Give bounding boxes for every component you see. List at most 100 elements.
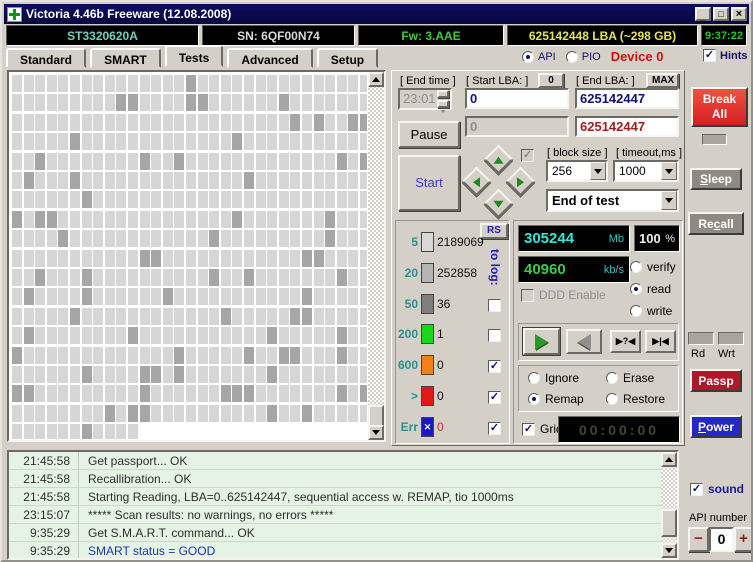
grid-scrollbar[interactable] <box>368 72 384 440</box>
scan-block <box>278 152 289 170</box>
scan-block <box>12 172 22 189</box>
counter-log-checkbox[interactable]: ✓ <box>488 422 501 435</box>
chevron-down-icon[interactable] <box>661 162 677 180</box>
scan-block <box>116 424 127 439</box>
scan-block <box>209 307 220 325</box>
seek-down-button[interactable] <box>483 188 514 219</box>
recall-button[interactable]: Recall <box>688 212 744 235</box>
scan-block <box>116 133 127 151</box>
position-lcd: 305244 Mb <box>518 225 630 252</box>
scan-block <box>58 113 69 131</box>
grid-scroll-thumb[interactable] <box>368 405 384 427</box>
break-all-button[interactable]: Break All <box>691 87 748 127</box>
remap-radio[interactable] <box>528 393 540 405</box>
ignore-radio[interactable] <box>528 372 540 384</box>
device-label: Device 0 <box>610 49 664 64</box>
counter-log-checkbox[interactable] <box>488 329 501 342</box>
passport-button[interactable]: Passp <box>690 369 742 392</box>
play-button[interactable] <box>522 327 561 356</box>
scan-block <box>128 230 138 248</box>
scan-block <box>162 288 173 306</box>
log-scroll-down-icon[interactable] <box>661 543 677 558</box>
minimize-button[interactable]: _ <box>695 7 711 22</box>
api-minus-button[interactable]: − <box>688 527 709 552</box>
chevron-down-icon[interactable] <box>661 191 677 210</box>
scan-block <box>46 404 57 422</box>
sound-checkbox[interactable]: ✓ <box>690 482 703 496</box>
end-time-up-icon[interactable] <box>437 90 449 103</box>
counter-label: > <box>410 389 418 403</box>
tab-setup[interactable]: Setup <box>316 48 379 68</box>
pio-radio[interactable] <box>565 50 578 63</box>
go-to-end-button[interactable]: ▶|◀ <box>645 330 676 353</box>
read-label: read <box>647 282 672 296</box>
scan-block <box>348 133 359 151</box>
seek-up-button[interactable] <box>483 144 514 175</box>
scan-block <box>23 269 34 286</box>
block-size-select[interactable]: 256 <box>546 160 608 182</box>
reset-stats-button[interactable]: RS <box>480 223 508 239</box>
scan-block <box>348 385 359 403</box>
end-lba-input[interactable] <box>575 88 679 109</box>
tab-tests[interactable]: Tests <box>164 45 224 67</box>
maximize-button[interactable]: □ <box>713 7 729 21</box>
timeout-select[interactable]: 1000 <box>613 160 679 182</box>
step-back-button[interactable] <box>566 329 602 354</box>
log-scroll-up-icon[interactable] <box>661 452 677 467</box>
tab-smart[interactable]: SMART <box>90 48 161 68</box>
api-radio[interactable] <box>522 50 534 63</box>
grid-scroll-up-icon[interactable] <box>368 72 384 87</box>
resume-lba-input[interactable] <box>575 116 679 137</box>
tab-standard[interactable]: Standard <box>6 48 87 68</box>
scan-block <box>220 230 231 248</box>
scan-block <box>46 269 57 286</box>
start-lba-zero-button[interactable]: 0 <box>538 73 564 88</box>
close-button[interactable]: × <box>731 7 747 21</box>
tab-advanced[interactable]: Advanced <box>227 48 313 68</box>
scan-block <box>104 113 115 131</box>
scan-block <box>70 385 80 403</box>
chevron-down-icon[interactable] <box>590 162 606 180</box>
scan-block <box>336 191 347 209</box>
read-radio[interactable] <box>630 283 642 295</box>
api-number-value: 0 <box>709 527 734 552</box>
scan-block <box>244 366 254 383</box>
power-button[interactable]: Power <box>690 415 742 438</box>
end-time-down-icon[interactable] <box>437 100 449 113</box>
pause-button[interactable]: Pause <box>398 121 460 148</box>
stats-panel: 305244 Mb 100% 40960 kb/s verify read writ… <box>513 220 683 444</box>
verify-radio[interactable] <box>630 261 642 273</box>
end-lba-max-button[interactable]: MAX <box>646 73 679 88</box>
scan-block <box>151 385 162 403</box>
end-action-select[interactable]: End of test <box>546 189 679 212</box>
counter-log-checkbox[interactable]: ✓ <box>488 391 501 404</box>
sleep-button[interactable]: Sleep <box>690 168 742 190</box>
counter-log-checkbox[interactable] <box>488 299 501 312</box>
scan-block <box>255 385 266 403</box>
start-button[interactable]: Start <box>398 155 460 211</box>
scan-block <box>58 210 69 228</box>
scan-block <box>162 249 173 267</box>
scan-block <box>313 404 324 422</box>
restore-radio[interactable] <box>606 393 618 405</box>
start-lba-input[interactable] <box>465 88 569 109</box>
scan-block <box>290 152 301 170</box>
api-plus-button[interactable]: + <box>734 527 751 552</box>
scan-block <box>186 210 196 228</box>
log-scrollbar[interactable] <box>661 452 677 558</box>
scan-block <box>70 404 80 422</box>
grid-scroll-down-icon[interactable] <box>368 425 384 440</box>
write-radio[interactable] <box>630 305 642 317</box>
erase-radio[interactable] <box>606 372 618 384</box>
scan-block <box>81 269 92 286</box>
hints-checkbox[interactable]: ✓ <box>703 49 716 62</box>
seek-right-button[interactable] <box>505 166 536 197</box>
grid-checkbox[interactable]: ✓ <box>522 422 535 436</box>
scan-block <box>244 346 254 364</box>
seek-left-button[interactable] <box>461 166 492 197</box>
log-scroll-thumb[interactable] <box>661 509 677 537</box>
seek-test-button[interactable]: ▶?◀ <box>610 330 641 353</box>
drive-info-bar: ST3320620A SN: 6QF00N74 Fw: 3.AAE 625142… <box>6 25 747 46</box>
counter-log-checkbox[interactable]: ✓ <box>488 360 501 373</box>
scan-block <box>35 327 46 345</box>
